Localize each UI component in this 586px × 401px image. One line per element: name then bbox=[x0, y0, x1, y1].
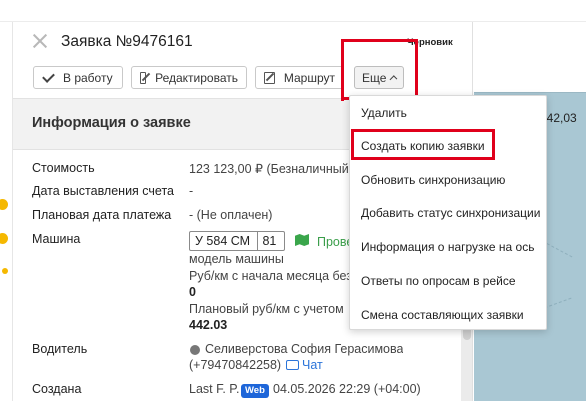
planned-rub-km-value: 442.03 bbox=[189, 318, 228, 332]
check-icon bbox=[42, 72, 54, 84]
chevron-up-icon bbox=[389, 75, 398, 83]
invoice-date-label: Дата выставления счета bbox=[32, 184, 174, 198]
chat-icon[interactable] bbox=[286, 360, 299, 370]
license-plate: У 584 СМ 81 bbox=[189, 231, 285, 251]
to-work-label: В работу bbox=[63, 70, 113, 85]
driver-status-icon bbox=[190, 345, 200, 355]
route-button[interactable]: Маршрут bbox=[255, 66, 344, 89]
more-dropdown-menu: Удалить Создать копию заявки Обновить си… bbox=[349, 95, 547, 330]
section-title: Информация о заявке bbox=[32, 115, 191, 131]
map-icon[interactable] bbox=[295, 234, 309, 246]
created-by: Last F. P. bbox=[189, 382, 240, 396]
menu-item-axle-load-info[interactable]: Информация о нагрузке на ось bbox=[361, 240, 534, 254]
edit-label: Редактировать bbox=[155, 70, 238, 85]
track-link[interactable]: Прове bbox=[317, 235, 353, 249]
planned-rub-km-label: Плановый руб/км с учетом bbox=[189, 302, 344, 316]
planned-payment-value: - (Не оплачен) bbox=[189, 208, 273, 222]
to-work-button[interactable]: В работу bbox=[33, 66, 123, 89]
top-strip bbox=[0, 0, 586, 22]
menu-item-change-components[interactable]: Смена составляющих заявки bbox=[361, 308, 524, 322]
driver-label: Водитель bbox=[32, 342, 88, 356]
created-label: Создана bbox=[32, 382, 82, 396]
menu-item-delete[interactable]: Удалить bbox=[361, 106, 407, 120]
driver-name[interactable]: Селиверстова София Герасимова bbox=[205, 342, 403, 356]
plate-region: 81 bbox=[262, 234, 277, 248]
left-gutter bbox=[0, 22, 12, 401]
more-label: Еще bbox=[362, 70, 387, 85]
warning-dot-icon[interactable] bbox=[0, 199, 8, 210]
menu-item-update-sync[interactable]: Обновить синхронизацию bbox=[361, 173, 505, 187]
cost-label: Стоимость bbox=[32, 161, 95, 175]
status-dot-icon bbox=[2, 268, 8, 274]
web-badge: Web bbox=[241, 384, 269, 398]
created-at: 04.05.2026 22:29 (+04:00) bbox=[273, 382, 421, 396]
edit-icon bbox=[140, 71, 147, 84]
plate-number: У 584 СМ bbox=[190, 232, 259, 250]
menu-item-add-sync-status[interactable]: Добавить статус синхронизации bbox=[361, 206, 540, 220]
route-label: Маршрут bbox=[283, 70, 335, 85]
chat-link[interactable]: Чат bbox=[302, 358, 323, 372]
status-badge: Черновик bbox=[407, 37, 453, 48]
page-title: Заявка №9476161 bbox=[61, 33, 193, 50]
driver-phone: (+79470842258) bbox=[189, 358, 282, 372]
warning-dot-icon[interactable] bbox=[0, 233, 8, 244]
vehicle-label: Машина bbox=[32, 232, 81, 246]
rub-km-month-value: 0 bbox=[189, 285, 196, 299]
close-icon[interactable] bbox=[31, 32, 49, 50]
vehicle-model: модель машины bbox=[189, 252, 284, 266]
invoice-date-value: - bbox=[189, 184, 194, 198]
more-button[interactable]: Еще bbox=[354, 66, 404, 89]
edit-button[interactable]: Редактировать bbox=[131, 66, 247, 89]
menu-item-trip-surveys[interactable]: Ответы по опросам в рейсе bbox=[361, 274, 516, 288]
route-icon bbox=[264, 71, 275, 84]
rub-km-month-label: Руб/км с начала месяца без bbox=[189, 269, 349, 283]
menu-item-copy-request[interactable]: Создать копию заявки bbox=[361, 139, 485, 153]
planned-payment-label: Плановая дата платежа bbox=[32, 208, 172, 222]
